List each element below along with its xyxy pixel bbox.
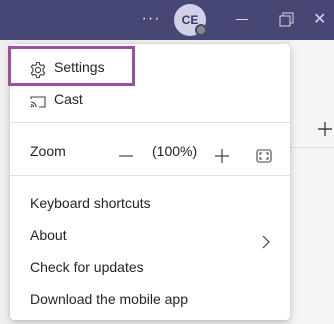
menu-item-check-for-updates[interactable]: Check for updates (10, 251, 290, 283)
zoom-in-button[interactable] (214, 143, 230, 163)
cast-icon (29, 90, 47, 108)
menu-item-label: Settings (54, 59, 105, 75)
divider (290, 147, 334, 148)
more-options-button[interactable]: ··· (141, 9, 161, 29)
zoom-label: Zoom (30, 143, 66, 159)
minus-icon (119, 155, 133, 157)
background-panel (290, 40, 334, 324)
menu-item-label: Cast (54, 91, 83, 107)
presence-status-icon (195, 24, 207, 36)
menu-divider (10, 175, 290, 176)
fullscreen-button[interactable] (256, 143, 272, 163)
menu-divider (10, 122, 290, 123)
restore-icon (279, 12, 294, 27)
menu-item-download-mobile-app[interactable]: Download the mobile app (10, 283, 290, 315)
menu-item-label: Check for updates (30, 259, 144, 275)
menu-item-label: Download the mobile app (30, 291, 188, 307)
close-button[interactable]: ✕ (313, 10, 333, 30)
zoom-value: (100%) (152, 143, 198, 159)
menu-item-about[interactable]: About (10, 219, 290, 251)
menu-item-label: Keyboard shortcuts (30, 195, 151, 211)
plus-icon (215, 149, 229, 163)
add-icon[interactable] (316, 120, 334, 138)
gear-icon (29, 58, 47, 79)
zoom-row: Zoom (100%) (10, 135, 290, 167)
menu-item-keyboard-shortcuts[interactable]: Keyboard shortcuts (10, 187, 290, 219)
title-bar: ··· CE ✕ (0, 0, 334, 40)
menu-item-settings[interactable]: Settings (10, 51, 290, 83)
minimize-button[interactable] (232, 10, 252, 30)
menu-item-cast[interactable]: Cast (10, 83, 290, 115)
menu-item-label: About (30, 227, 67, 243)
maximize-button[interactable] (276, 10, 296, 30)
chevron-right-icon (260, 228, 272, 249)
fullscreen-icon (256, 149, 272, 163)
zoom-out-button[interactable] (118, 143, 134, 159)
settings-menu: Settings Cast Zoom (100%) Keyboard short… (10, 44, 290, 320)
